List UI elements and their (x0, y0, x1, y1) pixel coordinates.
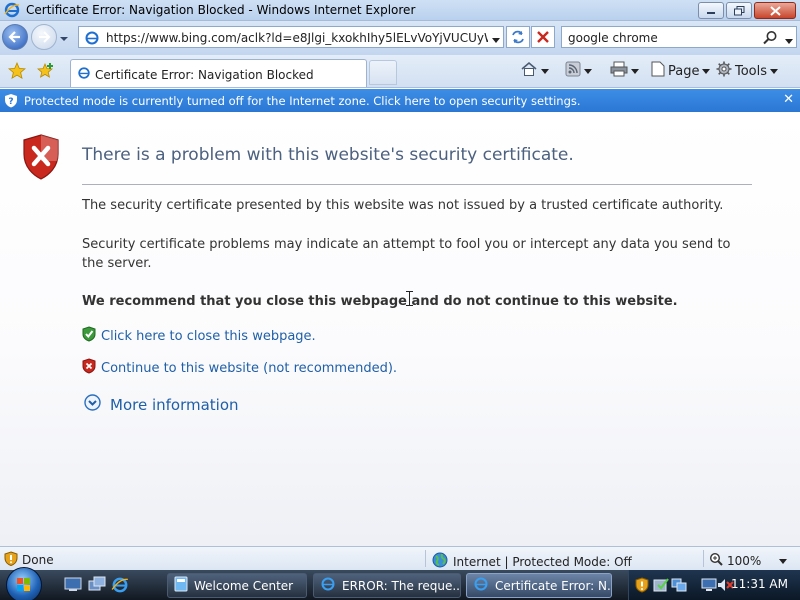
page-menu-icon (651, 61, 665, 81)
security-zone-text: Internet | Protected Mode: Off (453, 554, 632, 569)
expand-chevron-icon (84, 394, 101, 415)
red-shield-small-icon (82, 358, 96, 378)
certificate-untrusted-text: The security certificate presented by th… (82, 198, 724, 213)
network-tray-icon[interactable] (671, 577, 687, 596)
zoom-magnifier-icon (709, 552, 723, 569)
address-bar[interactable]: https://www.bing.com/aclk?ld=e8Jlgi_kxok… (78, 26, 504, 48)
status-separator (425, 550, 426, 567)
info-bar-text[interactable]: Protected mode is currently turned off f… (24, 94, 581, 108)
tools-menu-label: Tools (735, 63, 768, 79)
restore-button[interactable] (726, 2, 752, 19)
show-desktop-icon[interactable] (64, 576, 82, 595)
tab-bar: Certificate Error: Navigation Blocked Pa… (0, 55, 800, 88)
heading-divider (82, 184, 752, 185)
display-tray-icon[interactable] (701, 577, 717, 596)
tools-dropdown-icon (770, 64, 779, 79)
title-bar: Certificate Error: Navigation Blocked - … (0, 0, 800, 21)
search-input[interactable]: google chrome (568, 31, 658, 45)
tab-page-icon (77, 66, 91, 83)
page-icon (84, 30, 100, 49)
taskbar: Welcome Center ERROR: The reque... Certi… (0, 567, 800, 600)
shield-info-icon: ? (4, 93, 18, 111)
new-tab-button[interactable] (369, 60, 397, 85)
start-button[interactable] (6, 567, 42, 600)
page-menu-dropdown-icon (702, 64, 711, 79)
search-icon[interactable] (762, 30, 778, 49)
page-menu-label: Page (668, 63, 700, 79)
feeds-icon (565, 61, 581, 81)
security-center-shield-icon[interactable] (635, 577, 649, 596)
ie-taskbar-icon (473, 576, 489, 595)
tab-label: Certificate Error: Navigation Blocked (95, 68, 314, 82)
search-dropdown-icon[interactable] (785, 34, 793, 48)
status-text: Done (22, 553, 54, 567)
continue-to-website-link[interactable]: Continue to this website (not recommende… (82, 358, 397, 378)
green-shield-icon (82, 326, 96, 346)
status-separator (703, 550, 704, 567)
zoom-control[interactable]: 100% (709, 552, 788, 569)
page-content: There is a problem with this website's s… (0, 112, 800, 546)
print-icon (610, 61, 628, 81)
gear-icon (716, 61, 732, 81)
recent-pages-dropdown-icon[interactable] (60, 31, 68, 45)
taskbar-button-label: Certificate Error: N... (495, 578, 612, 593)
system-tray: 11:31 AM (628, 570, 800, 600)
certificate-warning-text: Security certificate problems may indica… (82, 237, 731, 271)
zoom-dropdown-icon[interactable] (779, 554, 788, 568)
url-text[interactable]: https://www.bing.com/aclk?ld=e8Jlgi_kxok… (106, 31, 488, 45)
taskbar-certificate-error[interactable]: Certificate Error: N... (466, 573, 612, 598)
more-information-label[interactable]: More information (110, 396, 239, 414)
defender-tray-icon[interactable] (653, 577, 669, 596)
navigation-bar: https://www.bing.com/aclk?ld=e8Jlgi_kxok… (0, 21, 800, 55)
status-bar: Done Internet | Protected Mode: Off 100% (0, 546, 800, 570)
address-dropdown-icon[interactable] (492, 33, 500, 47)
ie-logo-icon (4, 2, 20, 21)
welcome-center-icon (174, 576, 188, 595)
svg-text:?: ? (8, 97, 13, 107)
taskbar-welcome-center[interactable]: Welcome Center (167, 573, 307, 598)
clock[interactable]: 11:31 AM (731, 577, 788, 591)
minimize-button[interactable] (698, 2, 724, 19)
red-shield-error-icon (22, 134, 60, 183)
protected-mode-info-bar[interactable]: ? Protected mode is currently turned off… (0, 89, 800, 112)
home-dropdown-icon[interactable] (541, 64, 549, 79)
zoom-level: 100% (727, 553, 762, 568)
page-menu-button[interactable]: Page (651, 61, 711, 81)
recommendation-text: We recommend that you close this webpage… (82, 294, 678, 309)
page-title: There is a problem with this website's s… (82, 145, 574, 165)
security-zone[interactable]: Internet | Protected Mode: Off (432, 552, 632, 571)
globe-icon (432, 552, 448, 571)
internet-explorer-quicklaunch-icon[interactable] (111, 576, 129, 597)
home-button[interactable] (520, 61, 549, 81)
close-window-button[interactable] (754, 2, 796, 19)
home-icon (520, 61, 538, 81)
back-button[interactable] (2, 24, 28, 50)
favorites-star-icon[interactable] (7, 61, 27, 83)
close-webpage-link[interactable]: Click here to close this webpage. (82, 326, 316, 346)
refresh-button[interactable] (506, 26, 530, 48)
feeds-button[interactable] (565, 61, 592, 81)
continue-link-text[interactable]: Continue to this website (not recommende… (101, 361, 397, 376)
info-bar-close-icon[interactable]: ✕ (783, 92, 794, 107)
tools-menu-button[interactable]: Tools (716, 61, 779, 81)
tab-certificate-error[interactable]: Certificate Error: Navigation Blocked (70, 59, 367, 87)
window-title: Certificate Error: Navigation Blocked - … (26, 3, 416, 17)
stop-button[interactable] (531, 26, 555, 48)
status-warning-shield-icon (4, 551, 18, 569)
more-information-toggle[interactable]: More information (84, 394, 239, 415)
text-cursor-icon (406, 291, 413, 309)
print-button[interactable] (610, 61, 639, 81)
search-box[interactable]: google chrome (561, 26, 797, 48)
taskbar-button-label: Welcome Center (194, 578, 294, 593)
feeds-dropdown-icon[interactable] (584, 64, 592, 79)
forward-button[interactable] (31, 24, 57, 50)
print-dropdown-icon[interactable] (631, 64, 639, 79)
ie-taskbar-icon (320, 576, 336, 595)
add-favorite-icon[interactable] (36, 62, 55, 83)
taskbar-error-window[interactable]: ERROR: The reque... (313, 573, 461, 598)
taskbar-button-label: ERROR: The reque... (342, 578, 461, 593)
switch-windows-icon[interactable] (88, 576, 106, 595)
close-webpage-link-text[interactable]: Click here to close this webpage. (101, 329, 316, 344)
